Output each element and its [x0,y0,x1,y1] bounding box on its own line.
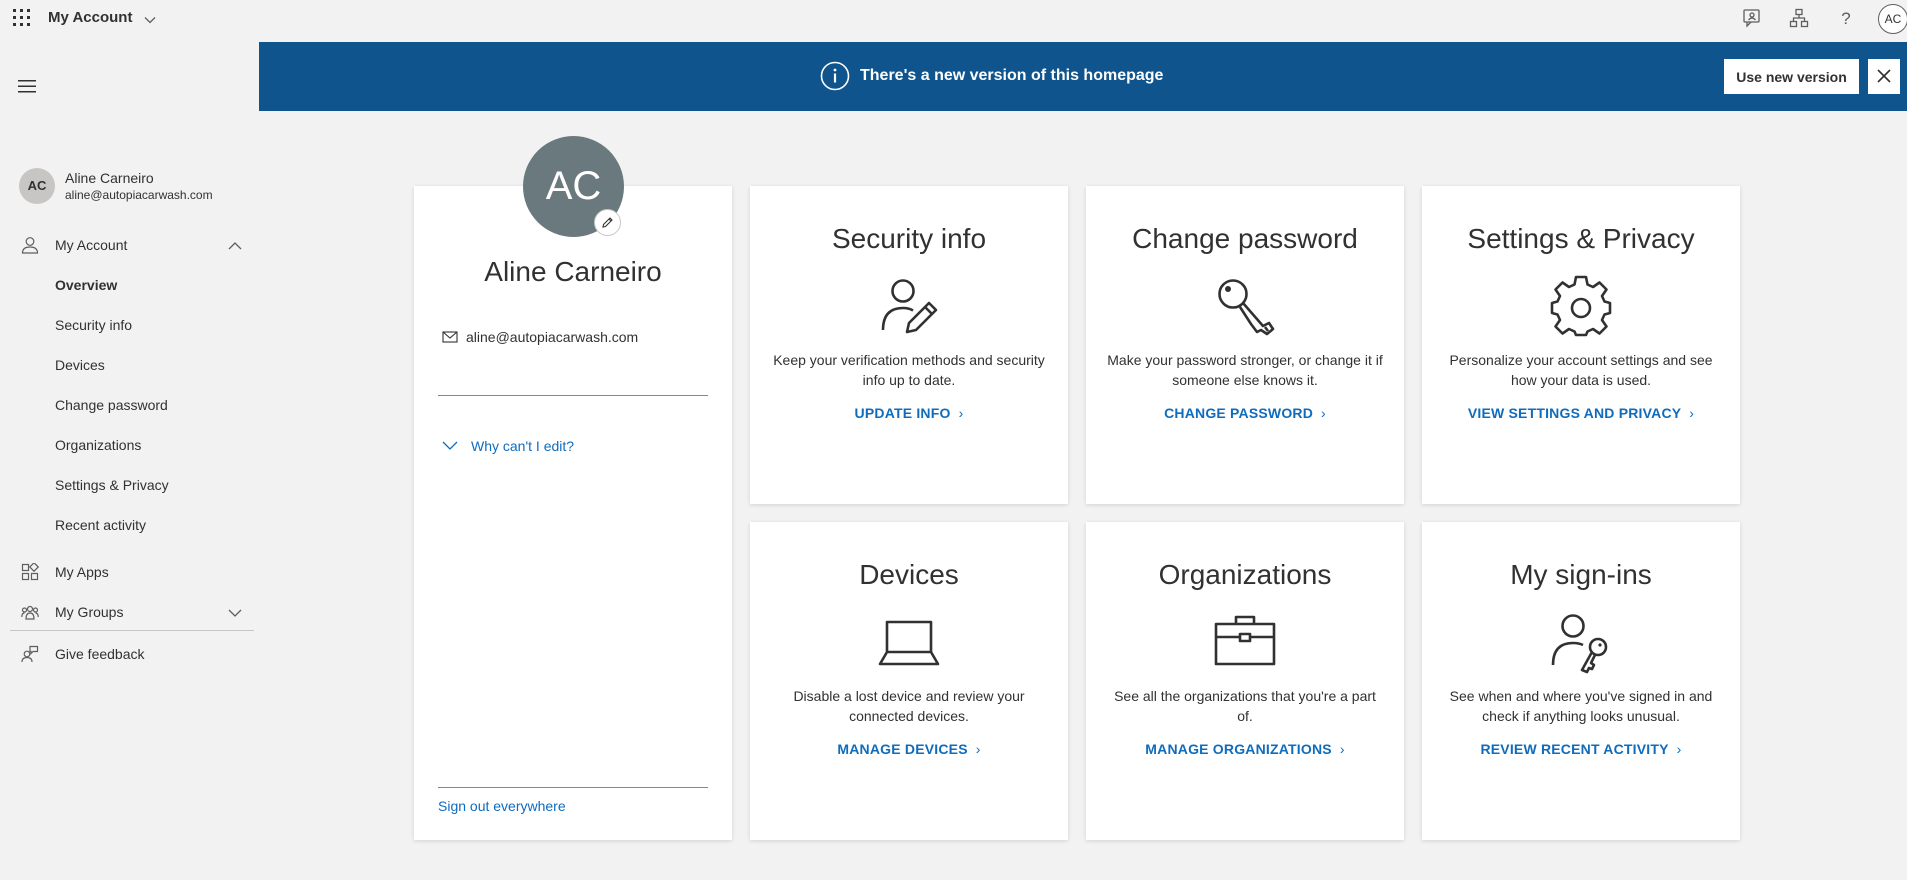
sidebar-item-organizations[interactable]: Organizations [55,437,141,453]
sidebar-item-label: My Account [55,237,128,253]
sidebar-item-my-apps[interactable]: My Apps [0,556,256,588]
use-new-version-button[interactable]: Use new version [1724,59,1859,94]
tile-title: Change password [1132,223,1358,254]
sidebar-item-label: Give feedback [55,646,145,662]
tile-title: Organizations [1158,559,1332,590]
change-password-tile: Change password Make your password stron… [1086,186,1404,504]
manage-devices-link[interactable]: MANAGE DEVICES › [750,741,1068,757]
tile-title: Security info [831,223,987,254]
my-sign-ins-tile: My sign-ins See when and where you've si… [1422,522,1740,840]
sidebar-item-recent-activity[interactable]: Recent activity [55,517,146,533]
sidebar-item-overview[interactable]: Overview [55,277,117,293]
profile-card: Aline Carneiro aline@autopiacarwash.com … [414,186,732,840]
apps-icon [21,563,39,581]
tile-title: Devices [859,559,959,590]
laptop-icon [877,610,941,674]
sidebar-user-name: Aline Carneiro [65,170,154,186]
chevron-right-icon: › [1339,741,1345,757]
chevron-down-icon[interactable] [228,606,242,618]
person-icon [21,236,39,254]
new-version-banner: There's a new version of this homepage U… [259,42,1907,111]
chevron-up-icon[interactable] [228,239,242,251]
why-cant-i-edit-label: Why can't I edit? [471,438,575,454]
update-info-label: UPDATE INFO [854,405,951,421]
chevron-right-icon: › [1676,741,1682,757]
tile-title: My sign-ins [1510,559,1652,590]
review-recent-activity-label: REVIEW RECENT ACTIVITY [1480,741,1669,757]
app-title[interactable]: My Account [48,9,132,26]
help-icon[interactable]: ? [1836,8,1856,28]
svg-text:?: ? [1841,9,1850,28]
organizations-tile: Organizations See all the organizations … [1086,522,1404,840]
gear-icon [1549,274,1613,338]
sidebar-item-change-password[interactable]: Change password [55,397,168,413]
sidebar-user: AC Aline Carneiro aline@autopiacarwash.c… [19,168,249,208]
tile-description: Personalize your account settings and se… [1449,352,1713,388]
chevron-right-icon: › [975,741,981,757]
tile-description: Keep your verification methods and secur… [773,352,1045,388]
divider [438,787,708,788]
divider [438,395,708,396]
sidebar-item-settings-privacy[interactable]: Settings & Privacy [55,477,169,493]
close-banner-button[interactable] [1868,59,1900,94]
pencil-icon [602,217,613,228]
tile-description: See all the organizations that you're a … [1114,688,1376,724]
avatar: AC [19,168,55,204]
profile-email: aline@autopiacarwash.com [466,329,639,345]
change-password-label: CHANGE PASSWORD [1164,405,1314,421]
menu-icon[interactable] [18,78,36,94]
banner-message: There's a new version of this homepage [860,67,1164,84]
view-settings-privacy-label: VIEW SETTINGS AND PRIVACY [1467,405,1682,421]
devices-tile: Devices Disable a lost device and review… [750,522,1068,840]
briefcase-icon [1213,610,1277,674]
settings-privacy-tile: Settings & Privacy Personalize your acco… [1422,186,1740,504]
feedback-person-icon [21,645,39,663]
chevron-down-icon[interactable] [144,13,156,25]
sidebar-divider [10,630,254,631]
sidebar-item-label: My Apps [55,564,109,580]
review-recent-activity-link[interactable]: REVIEW RECENT ACTIVITY › [1422,741,1740,757]
tile-description: Make your password stronger, or change i… [1107,352,1383,388]
sidebar-item-devices[interactable]: Devices [55,357,105,373]
security-info-tile: Security info Keep your verification met… [750,186,1068,504]
info-icon [820,61,850,91]
sidebar-item-my-account[interactable]: My Account [0,229,256,261]
sidebar-item-security-info[interactable]: Security info [55,317,132,333]
manage-organizations-link[interactable]: MANAGE ORGANIZATIONS › [1086,741,1404,757]
user-edit-icon [877,274,941,338]
chevron-right-icon: › [1321,405,1326,421]
update-info-link[interactable]: UPDATE INFO › [750,405,1068,421]
groups-icon [21,603,39,621]
sidebar-user-email: aline@autopiacarwash.com [65,188,213,202]
feedback-icon[interactable] [1742,8,1762,28]
sidebar-item-my-groups[interactable]: My Groups [0,596,256,628]
chevron-down-icon [442,441,458,450]
sign-out-everywhere-link[interactable]: Sign out everywhere [438,798,566,814]
tile-description: Disable a lost device and review your co… [793,688,1025,724]
profile-name: Aline Carneiro [484,256,662,287]
change-password-link[interactable]: CHANGE PASSWORD › [1086,405,1404,421]
user-key-icon [1549,610,1613,674]
edit-photo-button[interactable] [594,209,621,236]
close-icon [1877,69,1891,83]
tile-description: See when and where you've signed in and … [1449,688,1713,724]
org-chart-icon[interactable] [1789,8,1809,28]
sidebar-item-label: My Groups [55,604,124,620]
sidebar-item-give-feedback[interactable]: Give feedback [0,638,256,670]
view-settings-privacy-link[interactable]: VIEW SETTINGS AND PRIVACY › [1422,405,1740,421]
tile-title: Settings & Privacy [1467,223,1695,254]
chevron-right-icon: › [1689,405,1695,421]
key-icon [1213,274,1277,338]
account-avatar[interactable]: AC [1878,4,1907,34]
waffle-icon[interactable] [13,9,31,27]
manage-organizations-label: MANAGE ORGANIZATIONS [1145,741,1332,757]
top-bar: My Account ? AC [0,0,1907,38]
manage-devices-label: MANAGE DEVICES [837,741,968,757]
chevron-right-icon: › [958,405,964,421]
mail-icon [442,330,458,344]
